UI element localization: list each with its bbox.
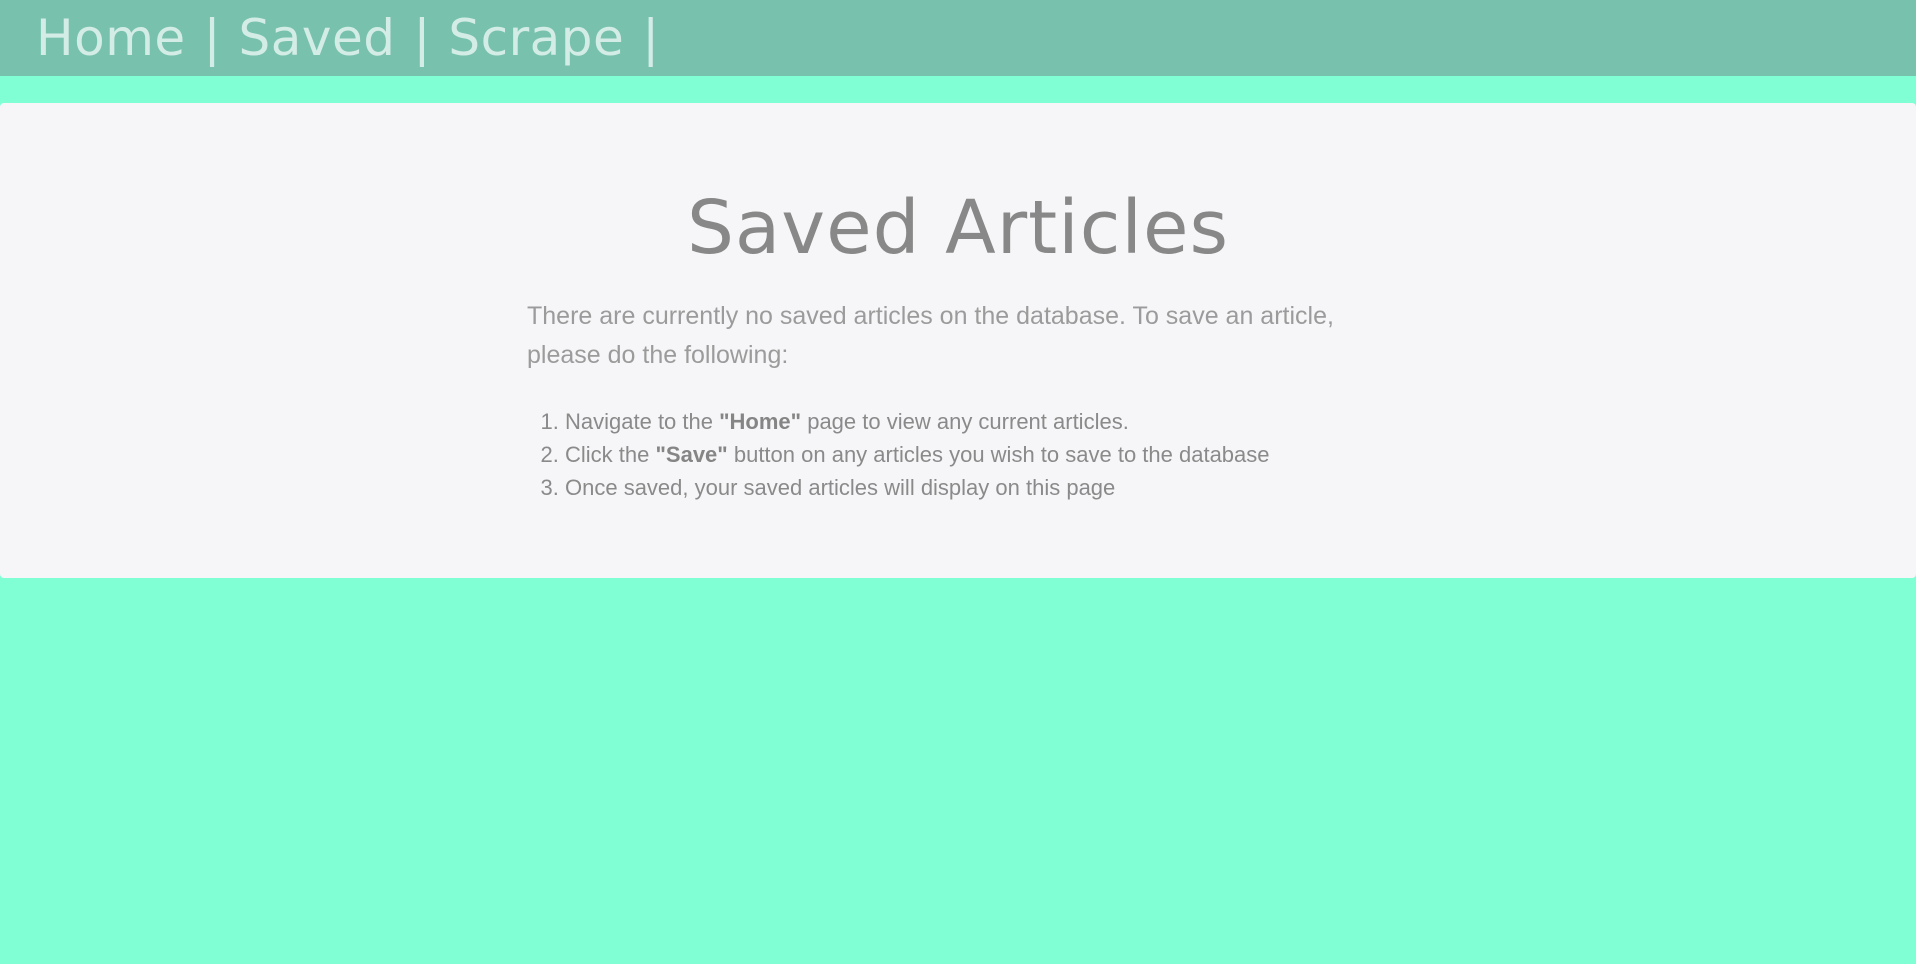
step-text-before: Once saved, your saved articles will dis… bbox=[565, 475, 1116, 500]
nav-separator: | bbox=[203, 9, 221, 67]
instructions-list: Navigate to the "Home" page to view any … bbox=[527, 405, 1465, 504]
step-text-after: button on any articles you wish to save … bbox=[727, 442, 1270, 467]
instruction-step: Once saved, your saved articles will dis… bbox=[565, 471, 1465, 504]
step-highlight: "Save" bbox=[655, 442, 728, 467]
empty-state-message: There are currently no saved articles on… bbox=[527, 302, 1334, 369]
step-text-after: page to view any current articles. bbox=[801, 409, 1129, 434]
nav-link-saved[interactable]: Saved bbox=[239, 9, 396, 67]
step-highlight: "Home" bbox=[719, 409, 802, 434]
nav-separator: | bbox=[413, 9, 431, 67]
instruction-step: Navigate to the "Home" page to view any … bbox=[565, 405, 1465, 438]
instruction-step: Click the "Save" button on any articles … bbox=[565, 438, 1465, 471]
navbar: Home | Saved | Scrape | bbox=[0, 0, 1916, 76]
step-text-before: Navigate to the bbox=[565, 409, 720, 434]
nav-separator: | bbox=[642, 9, 660, 67]
nav-link-scrape[interactable]: Scrape bbox=[448, 9, 624, 67]
page-title: Saved Articles bbox=[686, 185, 1230, 271]
step-text-before: Click the bbox=[565, 442, 656, 467]
nav-link-home[interactable]: Home bbox=[36, 9, 186, 67]
